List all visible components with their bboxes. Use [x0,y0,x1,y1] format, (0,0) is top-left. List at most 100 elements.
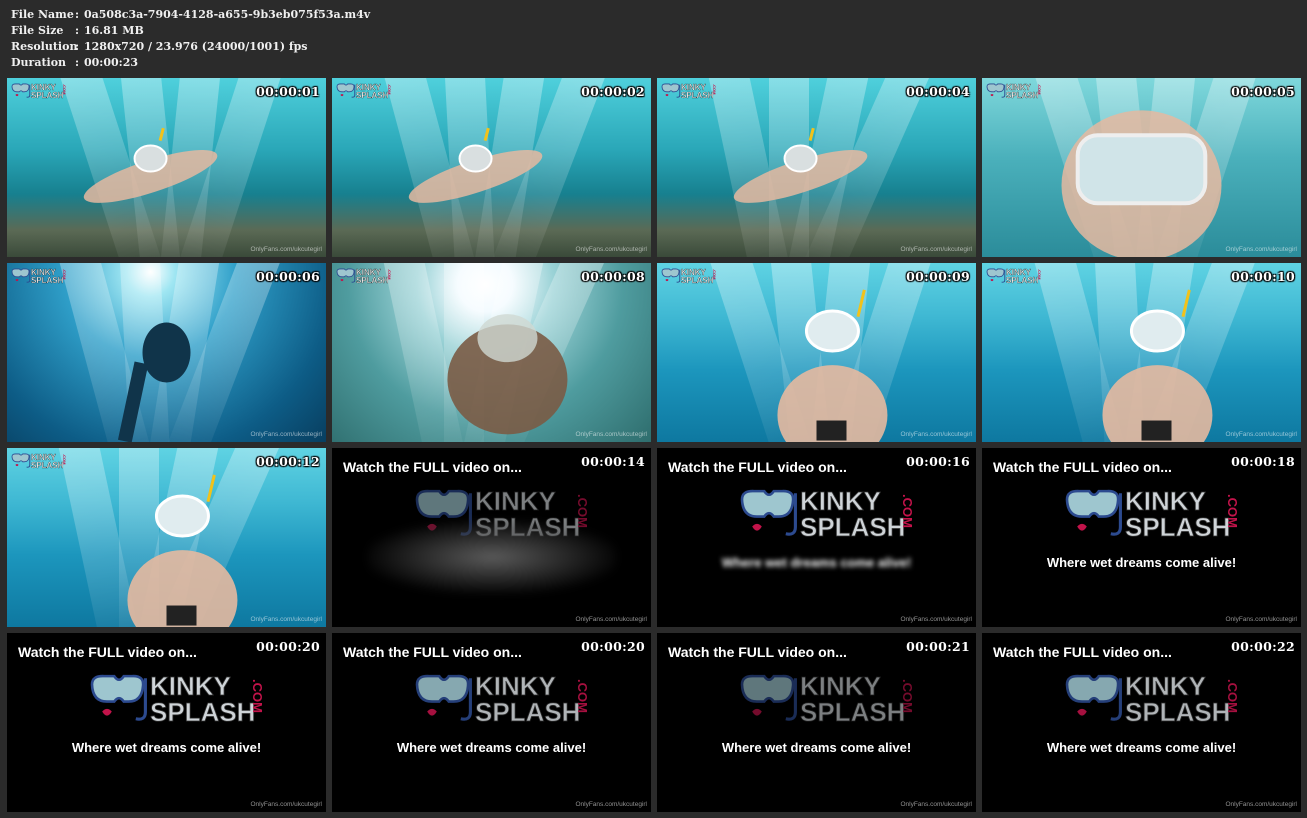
logo-line2: SPLASH [1006,276,1039,285]
swimmer-figure [127,474,238,627]
watermark-text: OnlyFans.com/ukcutegirl [1225,616,1297,623]
logo-suffix: .COM [62,84,66,95]
logo-line2: SPLASH [356,91,389,100]
blurred-tagline [367,520,617,594]
swimmer-figure [733,127,868,203]
video-thumbnail[interactable]: Watch the FULL video on... KINKY SPLASH … [7,633,326,812]
watch-full-video-text: Watch the FULL video on... [993,644,1172,660]
logo-suffix: .COM [900,679,915,713]
tagline-text: Where wet dreams come alive! [1046,555,1237,570]
video-thumbnail[interactable]: KINKY SPLASH .COM 00:00:01 OnlyFans.com/uk… [7,78,326,257]
logo-suffix: .COM [575,679,590,713]
video-thumbnail[interactable]: Watch the FULL video on... KINKY SPLASH … [982,448,1301,627]
video-thumbnail[interactable]: KINKY SPLASH .COM 00:00:10 OnlyFans.com/uk… [982,263,1301,442]
timestamp-label: 00:00:06 [256,269,320,284]
timestamp-label: 00:00:21 [906,639,970,654]
separator: : [75,8,80,21]
timestamp-label: 00:00:20 [581,639,645,654]
swimmer-figure [447,314,568,435]
swimmer-figure [1102,289,1213,442]
kinkysplash-logo: KINKY SPLASH .COM [1065,671,1240,727]
swimmer-figure [777,289,888,442]
watermark-text: OnlyFans.com/ukcutegirl [575,616,647,623]
kinkysplash-logo: KINKY SPLASH .COM [90,671,265,727]
video-thumbnail[interactable]: KINKY SPLASH .COM 00:00:08 OnlyFans.com/uk… [332,263,651,442]
kinkysplash-small-logo: KINKY SPLASH .COM [336,83,391,100]
kinkysplash-small-logo: KINKY SPLASH .COM [661,83,716,100]
video-thumbnail[interactable]: Watch the FULL video on... KINKY SPLASH … [332,633,651,812]
logo-line2: SPLASH [31,276,64,285]
video-thumbnail[interactable]: KINKY SPLASH .COM 00:00:06 OnlyFans.com/uk… [7,263,326,442]
logo-suffix: .COM [387,269,391,280]
kinkysplash-small-logo: KINKY SPLASH .COM [661,268,716,285]
separator: : [75,56,80,69]
timestamp-label: 00:00:01 [256,84,320,99]
file-size-row: File Size : 16.81 MB [11,23,370,39]
watermark-text: OnlyFans.com/ukcutegirl [575,431,647,438]
watermark-text: OnlyFans.com/ukcutegirl [575,246,647,253]
video-thumbnail[interactable]: KINKY SPLASH .COM 00:00:12 OnlyFans.com/uk… [7,448,326,627]
watermark-text: OnlyFans.com/ukcutegirl [250,431,322,438]
logo-line2: SPLASH [475,697,580,727]
logo-line2: SPLASH [150,697,255,727]
kinkysplash-small-logo: KINKY SPLASH .COM [336,268,391,285]
file-size-value: 16.81 MB [84,24,144,37]
kinkysplash-logo: KINKY SPLASH .COM [740,671,915,727]
kinkysplash-logo: KINKY SPLASH .COM [740,486,915,542]
video-thumbnail[interactable]: Watch the FULL video on... KINKY SPLASH … [657,633,976,812]
file-info-panel: File Name : 0a508c3a-7904-4128-a655-9b3e… [11,7,370,71]
watch-full-video-text: Watch the FULL video on... [668,644,847,660]
watch-full-video-text: Watch the FULL video on... [668,459,847,475]
swimmer-figure [1061,110,1222,257]
timestamp-label: 00:00:09 [906,269,970,284]
video-thumbnail[interactable]: KINKY SPLASH .COM 00:00:09 OnlyFans.com/uk… [657,263,976,442]
tagline-text: Where wet dreams come alive! [71,740,262,755]
swimmer-figure [83,127,218,203]
timestamp-label: 00:00:22 [1231,639,1295,654]
watch-full-video-text: Watch the FULL video on... [343,459,522,475]
tagline-text: Where wet dreams come alive! [396,740,587,755]
video-thumbnail[interactable]: KINKY SPLASH .COM 00:00:04 OnlyFans.com/uk… [657,78,976,257]
timestamp-label: 00:00:14 [581,454,645,469]
video-thumbnail[interactable]: Watch the FULL video on... KINKY SPLASH … [657,448,976,627]
timestamp-label: 00:00:20 [256,639,320,654]
logo-line2: SPLASH [31,461,64,470]
duration-value: 00:00:23 [84,56,139,69]
logo-line2: SPLASH [31,91,64,100]
timestamp-label: 00:00:12 [256,454,320,469]
timestamp-label: 00:00:04 [906,84,970,99]
watermark-text: OnlyFans.com/ukcutegirl [250,801,322,808]
kinkysplash-small-logo: KINKY SPLASH .COM [986,268,1041,285]
timestamp-label: 00:00:10 [1231,269,1295,284]
separator: : [75,40,80,53]
watermark-text: OnlyFans.com/ukcutegirl [900,801,972,808]
swimmer-figure [408,127,543,203]
logo-suffix: .COM [1037,269,1041,280]
kinkysplash-small-logo: KINKY SPLASH .COM [11,268,66,285]
logo-line2: SPLASH [800,512,905,542]
video-thumbnail[interactable]: Watch the FULL video on... KINKY SPLASH … [982,633,1301,812]
watermark-text: OnlyFans.com/ukcutegirl [1225,246,1297,253]
watch-full-video-text: Watch the FULL video on... [343,644,522,660]
logo-line2: SPLASH [1125,697,1230,727]
logo-suffix: .COM [1225,679,1240,713]
video-thumbnail[interactable]: Watch the FULL video on... KINKY SPLASH … [332,448,651,627]
logo-line2: SPLASH [681,91,714,100]
logo-line2: SPLASH [1006,91,1039,100]
resolution-value: 1280x720 / 23.976 (24000/1001) fps [84,40,308,53]
logo-suffix: .COM [62,269,66,280]
logo-suffix: .COM [250,679,265,713]
resolution-label: Resolution [11,40,78,53]
watermark-text: OnlyFans.com/ukcutegirl [250,616,322,623]
watermark-text: OnlyFans.com/ukcutegirl [1225,431,1297,438]
logo-line2: SPLASH [1125,512,1230,542]
video-thumbnail[interactable]: KINKY SPLASH .COM 00:00:02 OnlyFans.com/uk… [332,78,651,257]
timestamp-label: 00:00:18 [1231,454,1295,469]
swimmer-figure [117,322,191,442]
watermark-text: OnlyFans.com/ukcutegirl [900,431,972,438]
file-name-row: File Name : 0a508c3a-7904-4128-a655-9b3e… [11,7,370,23]
video-thumbnail[interactable]: KINKY SPLASH .COM 00:00:05 OnlyFans.com/uk… [982,78,1301,257]
logo-line2: SPLASH [356,276,389,285]
watermark-text: OnlyFans.com/ukcutegirl [250,246,322,253]
logo-line2: SPLASH [800,697,905,727]
